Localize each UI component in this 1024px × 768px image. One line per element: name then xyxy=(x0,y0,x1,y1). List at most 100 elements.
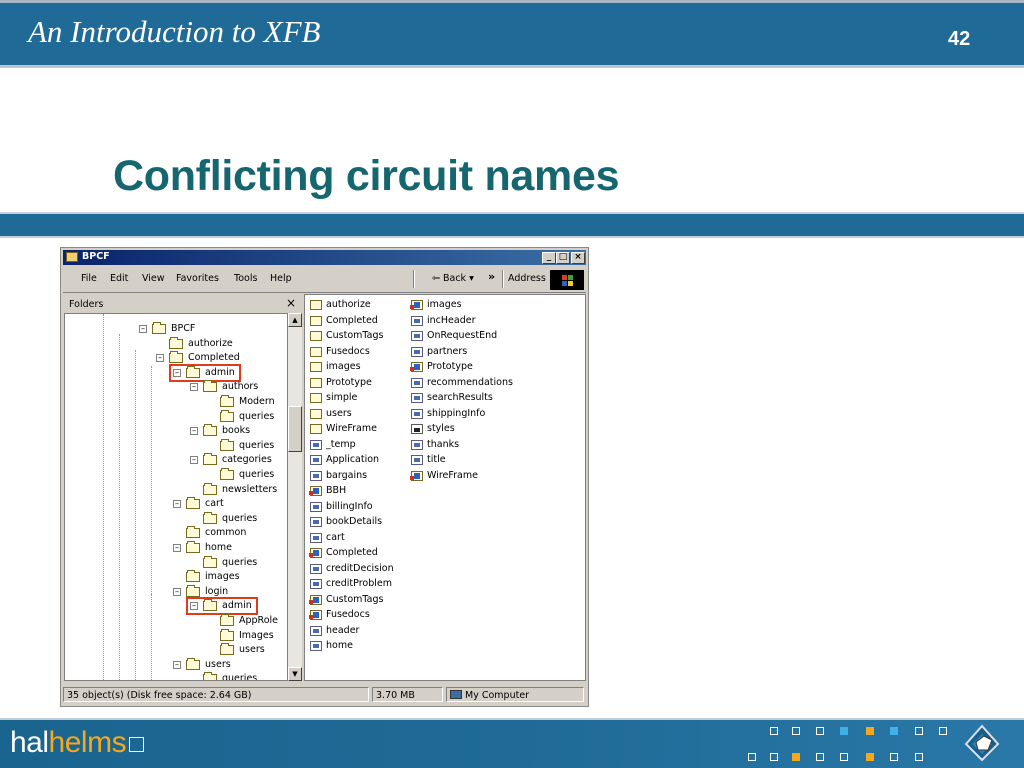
file-name: images xyxy=(427,299,462,310)
status-size-cell: 3.70 MB xyxy=(372,687,443,702)
close-folders-icon[interactable]: × xyxy=(286,296,296,310)
file-name: incHeader xyxy=(427,314,476,326)
folder-icon xyxy=(203,424,217,437)
file-name: shippingInfo xyxy=(427,407,486,419)
status-location-cell: My Computer xyxy=(446,687,584,702)
folder-icon xyxy=(203,511,217,524)
folder-tree[interactable]: – BPCF authorize – Completed – admin – authors Mo… xyxy=(64,313,288,681)
collapse-icon[interactable]: – xyxy=(173,500,181,509)
menu-help[interactable]: Help xyxy=(270,273,292,284)
file-name: partners xyxy=(427,345,468,357)
folder-icon xyxy=(310,393,322,403)
tree-node-label: queries xyxy=(222,673,258,681)
minimize-button[interactable]: _ xyxy=(542,252,556,264)
scroll-down-button[interactable]: ▼ xyxy=(288,667,302,681)
document-icon xyxy=(411,455,423,465)
tree-node-label: books xyxy=(222,425,251,437)
file-name: Prototype xyxy=(326,376,372,388)
file-name: WireFrame xyxy=(427,469,478,481)
folder-icon xyxy=(220,643,234,656)
windows-logo-icon xyxy=(550,270,584,290)
file-name: thanks xyxy=(427,438,460,450)
file-name: images xyxy=(326,361,361,372)
collapse-icon[interactable]: – xyxy=(173,544,181,552)
menu-file[interactable]: File xyxy=(81,273,97,284)
project-icon xyxy=(309,548,322,558)
tree-node-label: home xyxy=(205,542,232,553)
tree-node-label: AppRole xyxy=(239,615,279,626)
project-icon xyxy=(309,486,322,496)
tree-scrollbar[interactable]: ▲ ▼ xyxy=(288,313,302,681)
tree-node-label: users xyxy=(205,658,231,670)
toolbar-chevron[interactable]: » xyxy=(488,270,495,283)
window-titlebar[interactable]: BPCF _ □ × xyxy=(63,250,586,265)
highlight-box xyxy=(186,597,258,616)
folder-icon xyxy=(186,497,200,510)
tree-node-label: login xyxy=(205,585,229,597)
menu-view[interactable]: View xyxy=(142,273,165,284)
tree-node-label: queries xyxy=(222,556,258,568)
status-size: 3.70 MB xyxy=(376,690,415,701)
tree-node-label: newsletters xyxy=(222,483,278,495)
page-number: 42 xyxy=(948,28,971,50)
file-name: Prototype xyxy=(427,361,473,372)
file-name: searchResults xyxy=(427,392,493,403)
document-icon xyxy=(310,579,322,589)
address-label[interactable]: Address xyxy=(508,273,546,284)
document-icon xyxy=(411,393,423,403)
tree-node-label: users xyxy=(239,644,265,656)
hand-cursor-logo-icon xyxy=(964,724,1000,762)
image-file-icon xyxy=(411,424,423,434)
tree-guide-line xyxy=(119,334,120,680)
folder-icon xyxy=(186,541,200,553)
window-title: BPCF xyxy=(82,251,110,262)
file-name: Application xyxy=(326,454,380,465)
file-list[interactable]: authorize Completed CustomTags Fusedocs imag… xyxy=(304,294,586,681)
file-name: home xyxy=(326,640,353,651)
tree-guide-line xyxy=(103,314,104,680)
document-icon xyxy=(310,455,322,465)
back-label: Back xyxy=(442,273,467,284)
tree-node-label: authorize xyxy=(188,337,233,349)
file-name: creditProblem xyxy=(326,578,392,589)
tree-node-label: queries xyxy=(239,469,275,480)
maximize-button[interactable]: □ xyxy=(556,252,570,264)
collapse-icon[interactable]: – xyxy=(139,325,147,333)
collapse-icon[interactable]: – xyxy=(190,427,198,436)
menu-edit[interactable]: Edit xyxy=(110,273,128,284)
title-rule-bottom xyxy=(0,236,1024,238)
document-icon xyxy=(411,377,423,388)
tree-node-label: cart xyxy=(205,498,224,510)
my-computer-icon xyxy=(450,690,462,699)
project-icon xyxy=(410,300,423,310)
collapse-icon[interactable]: – xyxy=(190,383,198,392)
project-icon xyxy=(309,610,322,620)
file-name: WireFrame xyxy=(326,423,377,434)
pane-divider xyxy=(63,292,586,293)
tree-node-label: authors xyxy=(222,381,259,393)
close-button[interactable]: × xyxy=(571,252,585,264)
folder-icon xyxy=(169,336,183,349)
collapse-icon[interactable]: – xyxy=(156,354,164,363)
file-name: bargains xyxy=(326,469,368,481)
collapse-icon[interactable]: – xyxy=(173,660,181,669)
scroll-up-button[interactable]: ▲ xyxy=(288,313,302,327)
collapse-icon[interactable]: – xyxy=(173,587,181,596)
document-icon xyxy=(411,346,423,357)
presentation-title: An Introduction to XFB xyxy=(28,14,321,49)
collapse-icon[interactable]: – xyxy=(190,456,198,465)
tree-node-label: common xyxy=(205,527,247,539)
folder-icon xyxy=(310,408,322,419)
logo-mark-icon xyxy=(129,737,145,752)
menu-tools[interactable]: Tools xyxy=(234,273,257,284)
folders-pane-header: Folders × xyxy=(63,294,301,312)
back-button[interactable]: ⇦ Back ▾ xyxy=(432,273,474,284)
folder-icon xyxy=(220,438,234,451)
file-name: _temp xyxy=(326,438,356,450)
folder-icon xyxy=(310,346,322,357)
status-objects-cell: 35 object(s) (Disk free space: 2.64 GB) xyxy=(63,687,369,702)
scroll-thumb[interactable] xyxy=(288,406,302,452)
folder-icon xyxy=(220,409,234,422)
menu-favorites[interactable]: Favorites xyxy=(176,273,219,284)
folder-icon xyxy=(186,657,200,670)
